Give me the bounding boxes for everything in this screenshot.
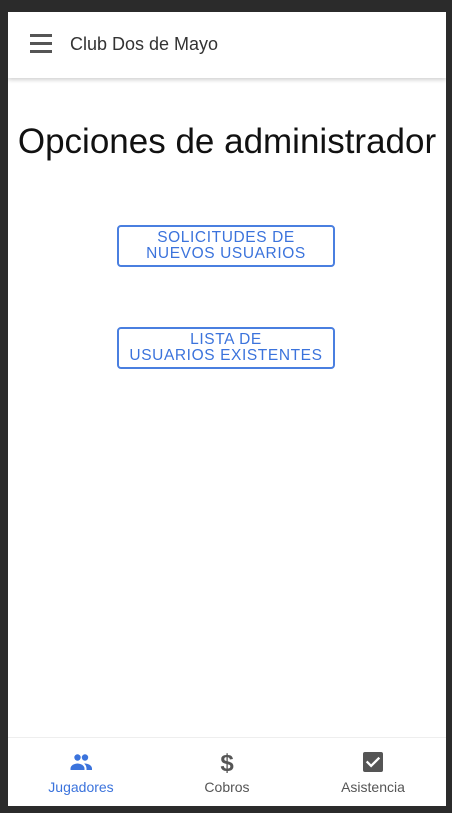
nav-item-cobros[interactable]: $ Cobros	[154, 738, 300, 806]
app-bar: Club Dos de Mayo	[8, 12, 446, 78]
page-title: Opciones de administrador	[17, 122, 437, 161]
app-title: Club Dos de Mayo	[70, 34, 219, 54]
new-user-requests-button[interactable]: SOLICITUDES DE NUEVOS USUARIOS	[117, 225, 335, 267]
nav-label-asistencia: Asistencia	[341, 779, 405, 795]
nav-label-jugadores: Jugadores	[48, 779, 114, 795]
button-label-line2: NUEVOS USUARIOS	[146, 245, 306, 262]
existing-users-list-button[interactable]: LISTA DE USUARIOS EXISTENTES	[117, 327, 335, 369]
checkbox-icon	[363, 752, 383, 772]
svg-text:$: $	[220, 750, 234, 774]
app-frame: Club Dos de Mayo Opciones de administrad…	[8, 12, 446, 806]
nav-item-jugadores[interactable]: Jugadores	[8, 738, 154, 806]
dollar-icon: $	[220, 750, 234, 774]
hamburger-menu-icon[interactable]	[30, 34, 52, 54]
button-label-line1: SOLICITUDES DE	[157, 229, 295, 246]
nav-label-cobros: Cobros	[204, 779, 250, 795]
people-icon	[70, 754, 92, 770]
button-label-line1: LISTA DE	[190, 331, 262, 348]
nav-item-asistencia[interactable]: Asistencia	[300, 738, 446, 806]
button-label-line2: USUARIOS EXISTENTES	[129, 347, 323, 364]
bottom-navigation: Jugadores $ Cobros Asistencia	[8, 737, 446, 806]
